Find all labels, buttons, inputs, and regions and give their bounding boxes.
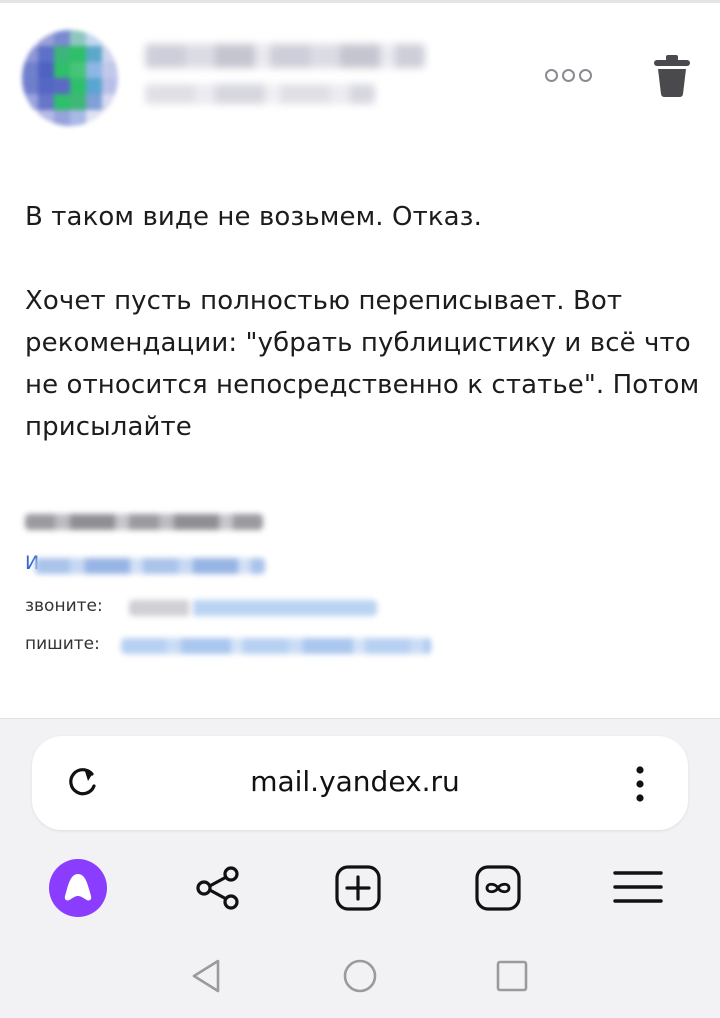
trash-icon <box>654 55 690 97</box>
square-recent-icon <box>496 960 528 992</box>
tabs-infinity-icon <box>475 865 521 911</box>
plus-square-icon <box>335 865 381 911</box>
triangle-back-icon <box>192 959 220 993</box>
reload-icon <box>69 768 96 796</box>
mail-label: пишите: <box>25 634 100 654</box>
system-recent-apps-button[interactable] <box>492 956 532 996</box>
hamburger-menu-icon <box>613 871 663 903</box>
top-divider <box>0 0 720 3</box>
tabs-button[interactable] <box>468 858 528 918</box>
more-horizontal-icon <box>544 68 558 82</box>
circle-home-icon <box>343 959 377 993</box>
phone-label: звоните: <box>25 596 103 616</box>
browser-menu-button[interactable] <box>608 858 668 918</box>
share-button[interactable] <box>188 858 248 918</box>
message-paragraph: Хочет пусть полностью переписывает. Вот … <box>25 286 700 442</box>
address-bar-menu-button[interactable] <box>622 762 658 806</box>
system-home-button[interactable] <box>340 956 380 996</box>
sender-name-redacted <box>145 44 425 68</box>
sender-avatar[interactable] <box>22 30 118 126</box>
new-tab-button[interactable] <box>328 858 388 918</box>
kebab-menu-icon <box>636 766 644 802</box>
message-paragraph: В таком виде не возьмем. Отказ. <box>25 202 482 232</box>
system-back-button[interactable] <box>186 956 226 996</box>
url-text[interactable]: mail.yandex.ru <box>150 762 560 802</box>
more-dot <box>561 68 575 82</box>
delete-button[interactable] <box>650 52 694 100</box>
more-dot <box>578 68 592 82</box>
message-body: В таком виде не возьмем. Отказ. Хочет пу… <box>25 196 705 448</box>
sender-date-redacted <box>145 84 375 104</box>
share-icon <box>196 866 239 910</box>
more-options-button[interactable] <box>542 62 594 88</box>
alice-assistant-icon <box>49 859 107 917</box>
alice-assistant-button[interactable] <box>48 858 108 918</box>
reload-button[interactable] <box>62 762 102 802</box>
